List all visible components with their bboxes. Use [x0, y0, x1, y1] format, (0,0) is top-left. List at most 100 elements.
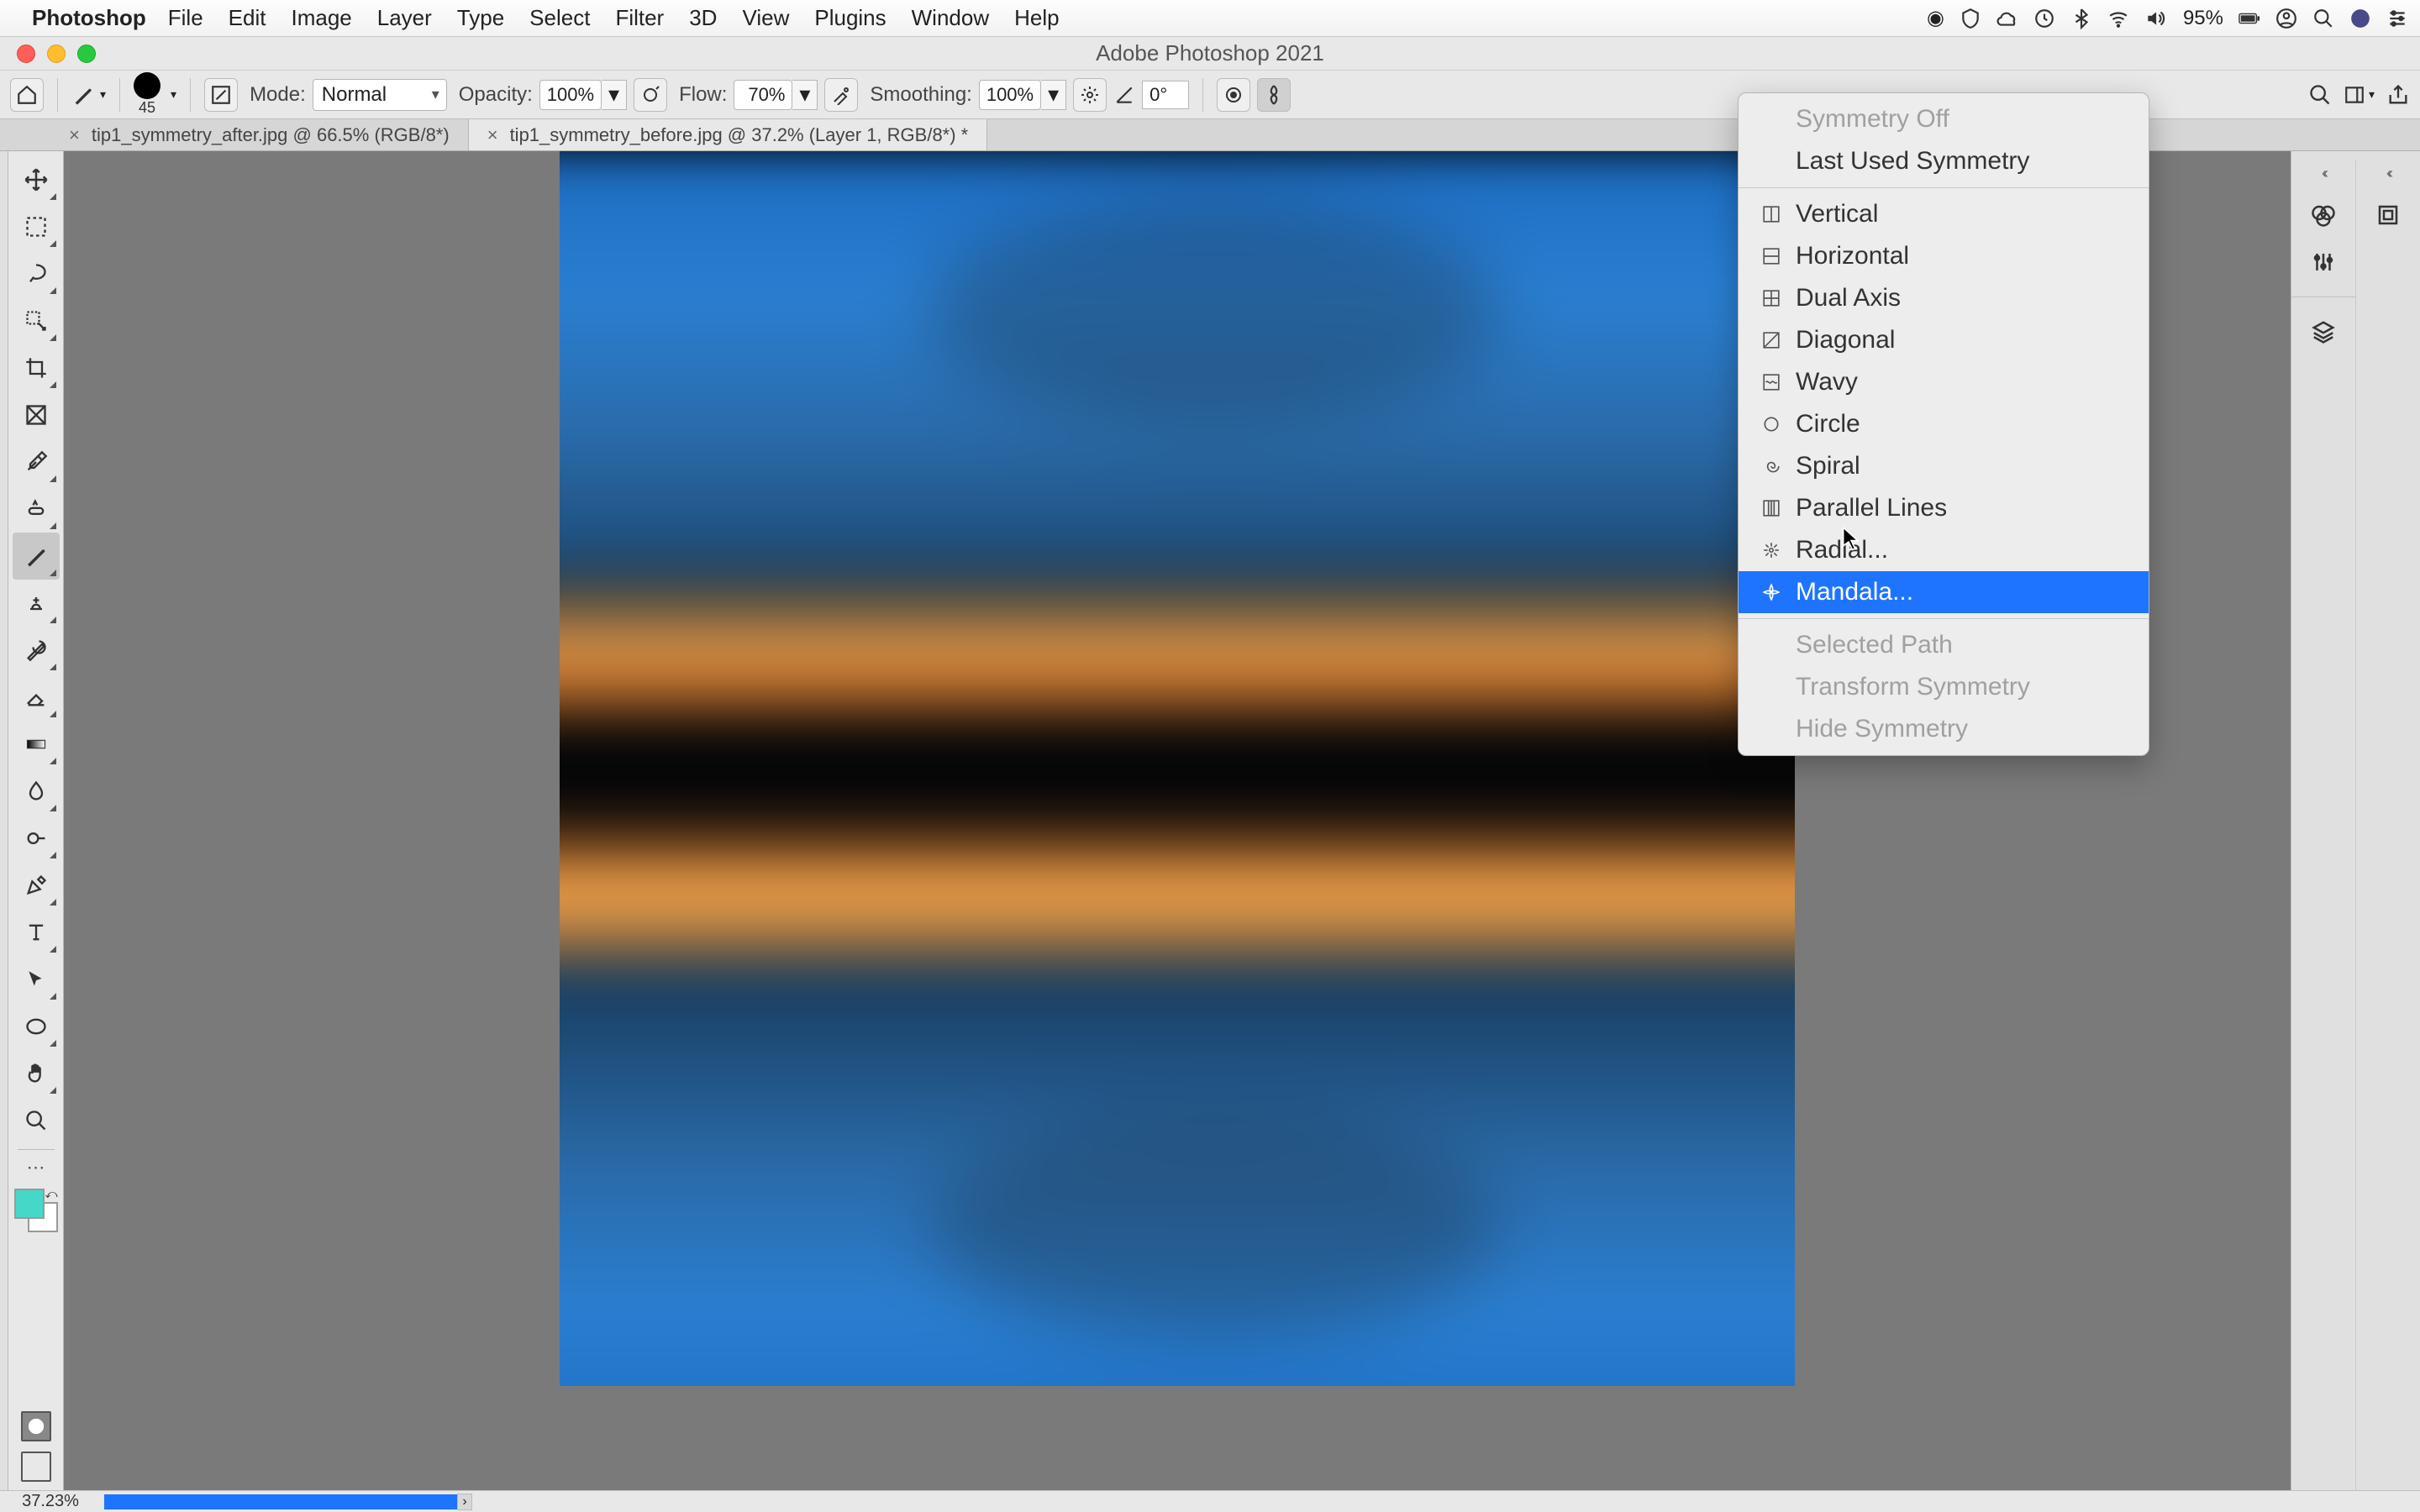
app-name[interactable]: Photoshop: [32, 5, 146, 31]
menu-3d[interactable]: 3D: [689, 5, 717, 31]
menu-image[interactable]: Image: [291, 5, 351, 31]
hscrollbar[interactable]: ›: [104, 1494, 457, 1509]
symmetry-circle-item[interactable]: Circle: [1739, 403, 2149, 445]
search-button[interactable]: [2308, 83, 2332, 107]
control-center-icon[interactable]: [2386, 8, 2408, 29]
tab-label: tip1_symmetry_after.jpg @ 66.5% (RGB/8*): [92, 124, 450, 146]
symmetry-wavy-item[interactable]: Wavy: [1739, 361, 2149, 403]
hand-tool[interactable]: [13, 1050, 60, 1097]
airbrush-button[interactable]: [824, 78, 858, 112]
brush-tool[interactable]: [13, 533, 60, 580]
menu-help[interactable]: Help: [1014, 5, 1059, 31]
spotlight-icon[interactable]: [2312, 8, 2334, 29]
shield-icon[interactable]: [1960, 8, 1981, 29]
menu-file[interactable]: File: [168, 5, 203, 31]
clone-stamp-tool[interactable]: [13, 580, 60, 627]
libraries-panel-icon[interactable]: [2370, 197, 2406, 233]
move-tool[interactable]: [13, 156, 60, 203]
expand-panels-icon[interactable]: ‹‹: [2322, 165, 2325, 182]
brush-preset-picker[interactable]: 45: [134, 72, 160, 117]
volume-icon[interactable]: [2144, 8, 2166, 29]
symmetry-diagonal-item[interactable]: Diagonal: [1739, 319, 2149, 361]
wifi-icon[interactable]: [2107, 8, 2129, 29]
opacity-value[interactable]: 100%: [539, 80, 602, 110]
menu-select[interactable]: Select: [529, 5, 590, 31]
close-tab-icon[interactable]: ×: [69, 124, 80, 146]
share-button[interactable]: [2386, 83, 2410, 107]
symmetry-spiral-item[interactable]: Spiral: [1739, 445, 2149, 487]
quick-select-tool[interactable]: [13, 297, 60, 344]
lasso-tool[interactable]: [13, 250, 60, 297]
cloud-sync-icon[interactable]: [1996, 8, 2018, 29]
siri-icon[interactable]: [2349, 8, 2371, 29]
zoom-tool[interactable]: [13, 1097, 60, 1144]
workspace-switcher[interactable]: ▾: [2344, 84, 2375, 106]
healing-brush-tool[interactable]: [13, 486, 60, 533]
edit-toolbar-button[interactable]: ⋯: [13, 1155, 60, 1180]
smoothing-options-button[interactable]: [1073, 78, 1107, 112]
flow-dropdown[interactable]: ▾: [792, 80, 818, 110]
marquee-tool[interactable]: [13, 203, 60, 250]
bluetooth-icon[interactable]: [2070, 8, 2092, 29]
eyedropper-tool[interactable]: [13, 438, 60, 486]
menu-window[interactable]: Window: [912, 5, 989, 31]
crop-tool[interactable]: [13, 344, 60, 391]
symmetry-parallel-item[interactable]: Parallel Lines: [1739, 487, 2149, 529]
foreground-color-swatch[interactable]: [14, 1189, 45, 1219]
close-tab-icon[interactable]: ×: [487, 124, 498, 146]
symmetry-radial-item[interactable]: Radial...: [1739, 529, 2149, 571]
menu-view[interactable]: View: [742, 5, 789, 31]
timemachine-icon[interactable]: [2033, 8, 2055, 29]
dodge-tool[interactable]: [13, 815, 60, 862]
blend-mode-select[interactable]: Normal ▾: [313, 79, 447, 111]
opacity-pressure-button[interactable]: [634, 78, 667, 112]
smoothing-dropdown[interactable]: ▾: [1041, 80, 1066, 110]
swap-colors-icon[interactable]: ⤺: [45, 1187, 58, 1201]
document-tab[interactable]: × tip1_symmetry_after.jpg @ 66.5% (RGB/8…: [50, 119, 469, 150]
brush-angle-value[interactable]: 0°: [1142, 81, 1189, 109]
menu-layer[interactable]: Layer: [377, 5, 432, 31]
opacity-dropdown[interactable]: ▾: [602, 80, 627, 110]
layers-panel-icon[interactable]: [2306, 314, 2341, 349]
properties-panel-icon[interactable]: [2306, 244, 2341, 280]
document-tab[interactable]: × tip1_symmetry_before.jpg @ 37.2% (Laye…: [469, 119, 988, 150]
pen-tool[interactable]: [13, 862, 60, 909]
flow-value[interactable]: 70%: [734, 80, 792, 110]
symmetry-dual-axis-item[interactable]: Dual Axis: [1739, 277, 2149, 319]
battery-percent[interactable]: 95%: [2183, 7, 2223, 30]
brush-settings-button[interactable]: [204, 78, 238, 112]
gradient-tool[interactable]: [13, 721, 60, 768]
home-button[interactable]: [10, 78, 44, 112]
color-swatches[interactable]: ⤺: [13, 1187, 60, 1234]
frame-tool[interactable]: [13, 391, 60, 438]
symmetry-vertical-item[interactable]: Vertical: [1739, 193, 2149, 235]
document-canvas[interactable]: [560, 151, 1795, 1386]
type-tool[interactable]: [13, 909, 60, 956]
blur-tool[interactable]: [13, 768, 60, 815]
battery-icon[interactable]: [2238, 8, 2260, 29]
color-panel-icon[interactable]: [2306, 197, 2341, 233]
path-select-tool[interactable]: [13, 956, 60, 1003]
screenmode-button[interactable]: [21, 1452, 51, 1482]
scroll-right-button[interactable]: ›: [457, 1494, 472, 1510]
user-icon[interactable]: [2275, 8, 2297, 29]
smoothing-value[interactable]: 100%: [979, 80, 1041, 110]
shape-tool[interactable]: [13, 1003, 60, 1050]
menu-filter[interactable]: Filter: [615, 5, 664, 31]
history-brush-tool[interactable]: [13, 627, 60, 674]
menu-edit[interactable]: Edit: [229, 5, 266, 31]
symmetry-button[interactable]: [1257, 78, 1291, 112]
last-used-symmetry-item[interactable]: Last Used Symmetry: [1739, 140, 2149, 182]
eraser-tool[interactable]: [13, 674, 60, 721]
menu-type[interactable]: Type: [457, 5, 504, 31]
tool-preset-picker[interactable]: ▾: [71, 83, 106, 107]
size-pressure-button[interactable]: [1217, 78, 1250, 112]
angle-icon[interactable]: [1113, 84, 1135, 106]
menu-plugins[interactable]: Plugins: [814, 5, 886, 31]
expand-panels-icon[interactable]: ‹‹: [2386, 165, 2390, 182]
symmetry-mandala-item[interactable]: Mandala...: [1739, 571, 2149, 613]
quickmask-button[interactable]: [21, 1411, 51, 1441]
zoom-level[interactable]: 37.23%: [0, 1492, 101, 1511]
cloud-eye-icon[interactable]: ◉: [1927, 6, 1944, 30]
symmetry-horizontal-item[interactable]: Horizontal: [1739, 235, 2149, 277]
